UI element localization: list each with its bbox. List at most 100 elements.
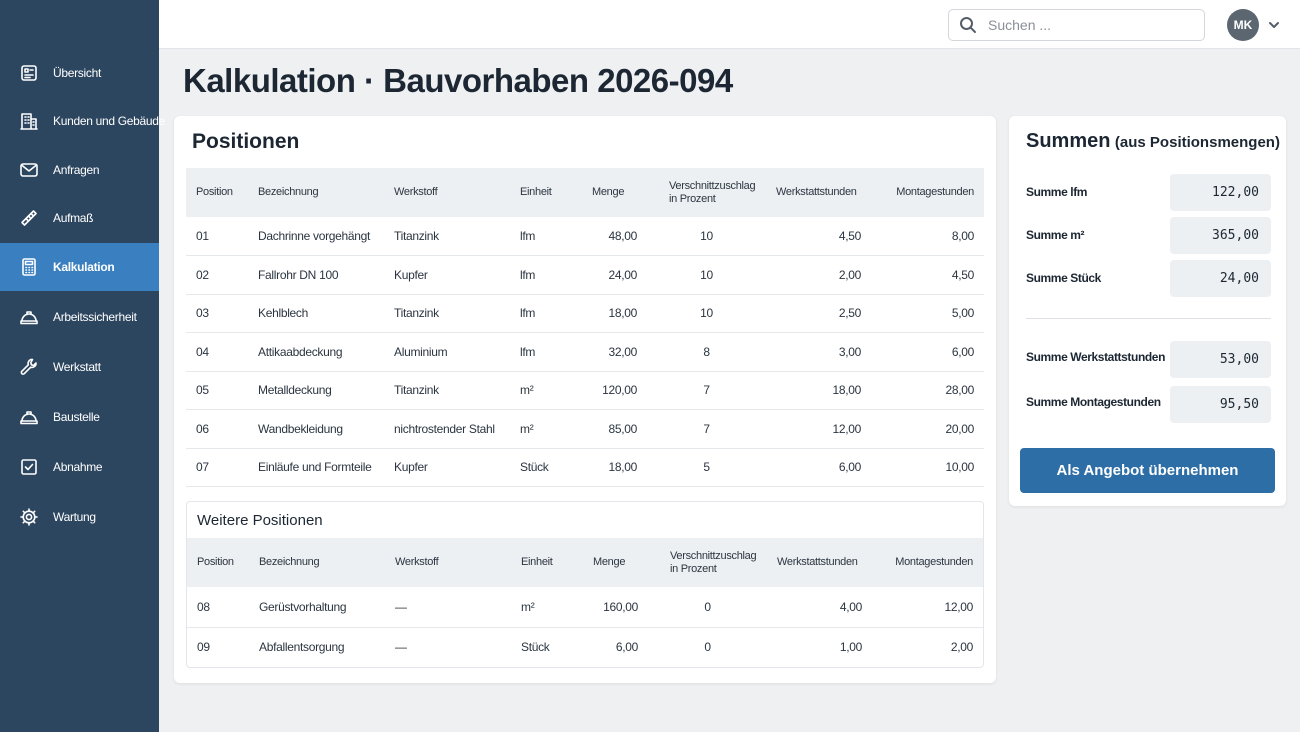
table-row[interactable]: 08 Gerüstvorhaltung — m² 160,00 0 4,00 12,00 bbox=[187, 587, 983, 628]
calculator-icon bbox=[19, 257, 39, 277]
column-header: Verschnittzuschlag in Prozent bbox=[647, 168, 766, 217]
cell-montagestunden: 20,00 bbox=[871, 409, 984, 449]
cell-bezeichnung: Wandbekleidung bbox=[248, 409, 384, 449]
search-input[interactable] bbox=[988, 17, 1188, 33]
sidebar-item-label: Werkstatt bbox=[53, 360, 101, 374]
cell-menge: 48,00 bbox=[584, 217, 647, 256]
cell-verschnitt: 0 bbox=[704, 640, 711, 655]
sidebar-item-label: Wartung bbox=[53, 510, 96, 524]
cell-montagestunden: 5,00 bbox=[871, 294, 984, 333]
cell-bezeichnung: Gerüstvorhaltung bbox=[249, 587, 385, 628]
column-header: Montagestunden bbox=[872, 538, 983, 587]
cell-menge: 18,00 bbox=[584, 448, 647, 487]
cell-werkstoff: — bbox=[395, 640, 407, 655]
cell-bezeichnung: Abfallentsorgung bbox=[259, 640, 345, 655]
sum-montagestunden-value: 95,50 bbox=[1170, 386, 1271, 423]
cell-menge: 18,00 bbox=[584, 294, 647, 333]
search-icon bbox=[959, 16, 977, 34]
cell-verschnitt: 0 bbox=[648, 587, 767, 628]
table-row[interactable]: 01 Dachrinne vorgehängt Titanzink lfm 48,00 1… bbox=[186, 217, 984, 256]
cell-einheit: lfm bbox=[510, 255, 584, 295]
gear-icon bbox=[19, 507, 39, 527]
cell-werkstattstunden: 18,00 bbox=[766, 371, 871, 410]
sidebar-item-abnahme[interactable]: Abnahme bbox=[0, 443, 159, 491]
cell-werkstattstunden: 2,50 bbox=[766, 294, 871, 333]
cell-einheit: m² bbox=[510, 371, 584, 410]
cell-werkstoff: nichtrostender Stahl bbox=[384, 409, 510, 449]
cell-verschnitt: 10 bbox=[647, 255, 766, 295]
table-row[interactable]: 04 Attikaabdeckung Aluminium lfm 32,00 8 3,00 6… bbox=[186, 332, 984, 372]
wrench-icon bbox=[19, 357, 39, 377]
column-header: Verschnittzuschlag in Prozent bbox=[648, 538, 767, 587]
column-header: Bezeichnung bbox=[248, 168, 384, 217]
cell-werkstattstunden: 3,00 bbox=[766, 332, 871, 372]
column-header: Einheit bbox=[511, 538, 585, 587]
sidebar-item-arbeitssicherheit[interactable]: Arbeitssicherheit bbox=[0, 293, 159, 341]
cell-werkstoff: Titanzink bbox=[384, 294, 510, 333]
table-row[interactable]: 06 Wandbekleidung nichtrostender Stahl m² 85… bbox=[186, 409, 984, 449]
cell-position: 06 bbox=[186, 409, 248, 449]
cell-position: 07 bbox=[186, 448, 248, 487]
column-header: Werkstoff bbox=[385, 538, 511, 587]
cell-montagestunden: 2,00 bbox=[950, 640, 973, 655]
sidebar-item-kunden[interactable]: Kunden und Gebäude bbox=[0, 97, 165, 145]
sidebar-item-anfragen[interactable]: Anfragen bbox=[0, 146, 159, 194]
cell-position: 01 bbox=[186, 217, 248, 256]
cell-verschnitt: 8 bbox=[647, 332, 766, 372]
building-icon bbox=[19, 111, 39, 131]
cell-position: 04 bbox=[186, 332, 248, 372]
column-header: Menge bbox=[584, 168, 647, 217]
cell-werkstoff: Titanzink bbox=[384, 217, 510, 256]
cell-werkstoff: Kupfer bbox=[384, 255, 510, 295]
cell-einheit: lfm bbox=[510, 217, 584, 256]
column-header: Werkstoff bbox=[384, 168, 510, 217]
avatar[interactable]: MK bbox=[1227, 9, 1259, 41]
divider bbox=[1026, 318, 1271, 319]
cell-einheit: Stück bbox=[510, 448, 584, 487]
cell-bezeichnung: Dachrinne vorgehängt bbox=[248, 217, 384, 256]
column-header: Werkstattstunden bbox=[767, 538, 872, 587]
table-row[interactable]: 07 Einläufe und Formteile Kupfer Stück 18,00… bbox=[186, 448, 984, 487]
cell-verschnitt: 10 bbox=[647, 217, 766, 256]
cell-bezeichnung: Einläufe und Formteile bbox=[248, 448, 384, 487]
sum-m2-label: Summe m² bbox=[1026, 228, 1085, 242]
sum-werkstattstunden-label: Summe Werkstattstunden bbox=[1026, 350, 1166, 364]
column-header: Position bbox=[187, 538, 249, 587]
table-row[interactable]: 05 Metalldeckung Titanzink m² 120,00 7 18,00 28… bbox=[186, 371, 984, 410]
helmet-icon bbox=[19, 307, 39, 327]
cell-werkstoff: Kupfer bbox=[384, 448, 510, 487]
sidebar-item-baustelle[interactable]: Baustelle bbox=[0, 393, 159, 441]
cell-menge: 24,00 bbox=[584, 255, 647, 295]
further-positions-table: Position Bezeichnung Werkstoff Einheit M… bbox=[187, 538, 983, 667]
table-row[interactable]: 03 Kehlblech Titanzink lfm 18,00 10 2,50 5,00 bbox=[186, 294, 984, 333]
chevron-down-icon[interactable] bbox=[1267, 18, 1281, 32]
cell-verschnitt: 5 bbox=[647, 448, 766, 487]
sidebar-item-aufmass[interactable]: Aufmaß bbox=[0, 194, 159, 242]
cell-montagestunden: 10,00 bbox=[871, 448, 984, 487]
cell-montagestunden: 28,00 bbox=[871, 371, 984, 410]
sidebar-item-uebersicht[interactable]: Übersicht bbox=[0, 49, 159, 97]
cell-werkstoff: — bbox=[385, 587, 511, 628]
cell-werkstattstunden: 6,00 bbox=[766, 448, 871, 487]
sidebar-item-kalkulation[interactable]: Kalkulation bbox=[0, 243, 159, 291]
column-header: Werkstattstunden bbox=[766, 168, 871, 217]
checkbox-icon bbox=[19, 457, 39, 477]
sidebar-item-wartung[interactable]: Wartung bbox=[0, 493, 159, 541]
column-header: Position bbox=[186, 168, 248, 217]
cell-menge: 85,00 bbox=[584, 409, 647, 449]
sidebar-item-label: Arbeitssicherheit bbox=[53, 310, 137, 324]
sidebar: Übersicht Kunden und Gebäude Anfragen Au… bbox=[0, 0, 165, 732]
table-row[interactable]: 09 Abfallentsorgung — Stück 6,00 0 1,00 2,00 bbox=[187, 627, 983, 667]
search-box[interactable] bbox=[948, 9, 1205, 41]
cell-menge: 6,00 bbox=[615, 640, 638, 655]
cell-werkstoff: Aluminium bbox=[384, 332, 510, 372]
sidebar-item-werkstatt[interactable]: Werkstatt bbox=[0, 343, 159, 391]
table-row[interactable]: 02 Fallrohr DN 100 Kupfer lfm 24,00 10 2,00 4,5… bbox=[186, 255, 984, 295]
adopt-offer-button[interactable]: Als Angebot übernehmen bbox=[1020, 448, 1275, 493]
cell-menge: 160,00 bbox=[585, 587, 648, 628]
cell-position: 05 bbox=[186, 371, 248, 410]
sum-werkstattstunden-value: 53,00 bbox=[1170, 341, 1271, 378]
cell-einheit: Stück bbox=[521, 640, 550, 655]
sum-m2-value: 365,00 bbox=[1170, 217, 1271, 254]
cell-werkstattstunden: 1,00 bbox=[839, 640, 862, 655]
